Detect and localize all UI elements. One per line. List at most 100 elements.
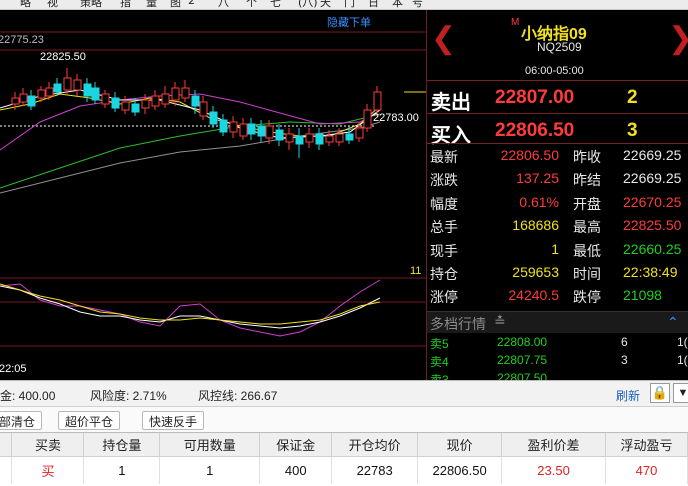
menu-item[interactable]: 2 [188,0,195,7]
symbol-market-badge: M [511,17,520,28]
ma-line-short [0,89,381,139]
dropdown-icon[interactable]: ▼ [673,383,688,403]
menu-item[interactable]: 指 [120,0,131,9]
menu-item[interactable]: 七 [270,0,281,9]
candle-body [363,109,372,129]
menu-item[interactable]: 视 [47,0,58,9]
margin-text: 金: 400.00 [0,389,56,403]
candle-body [229,121,238,133]
price-chart[interactable]: 22775.23 22825.50 隐藏下单 22783.00 11 22:05 [0,10,426,380]
menu-item[interactable]: 八 [218,0,229,9]
candle-body [111,97,120,109]
position-row[interactable]: 买 1 1 400 22783 22806.50 23.50 470 [0,456,688,484]
time-axis-label: 22:05 [0,363,27,375]
stat-label: 昨收 [573,149,601,165]
ma-line-long [0,121,381,194]
next-contract-arrow-icon[interactable]: ❯ [668,24,688,54]
candle-body [131,103,140,113]
candle-body [199,101,208,117]
candle-body [37,89,46,99]
menu-item[interactable]: 本 [392,0,403,9]
stat-value: 22825.50 [623,217,682,234]
depth-label: 卖5 [430,337,449,351]
candle-body [305,133,314,143]
column-header: 保证金 [259,433,333,457]
menu-item[interactable]: 略 [20,0,31,9]
stat-value: 1 [551,240,559,257]
candle-body [295,135,304,145]
candle-body [285,133,294,143]
candle-body [335,133,344,143]
lock-icon[interactable]: 🔒 [650,383,670,403]
row-marker [0,456,13,484]
ask-price[interactable]: 22807.00 [495,87,574,109]
depth-price: 22807.75 [497,353,548,367]
depth-price: 22808.00 [497,335,548,349]
bid-volume: 3 [627,120,638,141]
stat-value: 22669.25 [623,147,682,163]
column-header: 浮动盈亏 [605,433,688,457]
cell-qty: 1 [83,456,161,484]
quote-panel: ❮ ❯ M 小纳指09 NQ2509 06:00-05:00 卖出 22807.… [426,10,688,380]
stat-label: 涨停 [430,289,458,306]
stat-label: 最高 [573,219,601,236]
candle-body [27,95,36,107]
column-header: 买卖 [11,433,85,457]
menu-item[interactable]: (八) [298,0,318,9]
close-all-button[interactable]: 部清仓 [0,411,43,430]
stat-label: 最低 [573,242,601,259]
stat-label: 持仓 [430,266,458,282]
osc-line-3 [0,283,381,325]
menu-item[interactable]: 量 [146,0,157,9]
menu-item[interactable]: 个 [246,0,257,9]
top-menu-strip: 略 视 策略 指 量 图 2 八 个 七 (八) 天 门 日 本号 [0,0,688,10]
stat-label: 昨结 [573,172,601,189]
column-header [0,433,13,457]
trading-session: 06:00-05:00 [525,65,584,77]
refresh-link[interactable]: 刷新 [616,387,640,404]
risk-ratio-text: 风险度: 2.71% [90,389,167,403]
cell-pnl: 470 [605,456,688,484]
stat-value: 137.25 [516,170,559,187]
candle-body [101,93,110,105]
candle-body [151,95,160,107]
quick-reverse-button[interactable]: 快速反手 [142,411,205,430]
depth-label: 卖4 [430,355,449,369]
price-high-label: 22775.23 [0,34,44,46]
candle-body [257,125,266,137]
depth-vol: 6 [621,335,628,349]
expand-depth-icon[interactable]: ≛ [494,313,506,330]
candle-body [325,135,334,143]
collapse-depth-icon[interactable]: ⌃ [667,314,679,331]
column-header: 开仓均价 [331,433,419,457]
bid-price[interactable]: 22806.50 [495,120,574,142]
cell-now: 22806.50 [417,456,503,484]
account-status-bar: 金: 400.00 风险度: 2.71% 风控线: 266.67 刷新 🔒 ▼ [0,380,688,406]
depth-label: 卖3 [430,373,449,380]
stat-label: 开盘 [573,195,601,212]
column-header: 持仓量 [83,433,161,457]
candle-body [355,127,364,139]
hide-orders-link[interactable]: 隐藏下单 [327,14,371,30]
menu-item[interactable]: 策略 [80,0,102,9]
prev-contract-arrow-icon[interactable]: ❮ [431,24,456,54]
high-mark-label: 22825.50 [40,51,86,63]
candle-body [19,93,28,103]
ask-label: 卖出 [431,92,471,114]
menu-item[interactable]: 日 [368,0,379,9]
over-price-close-button[interactable]: 超价平仓 [58,411,121,430]
menu-item[interactable]: 号 [412,0,423,9]
stat-label: 幅度 [430,195,458,212]
menu-item[interactable]: 门 [344,0,355,9]
depth-vol: 3 [621,353,628,367]
stat-value: 22670.25 [623,193,682,210]
menu-item[interactable]: 天 [320,0,331,9]
candle-body [141,99,150,109]
candle-body [73,79,82,91]
candle-body [275,129,284,141]
risk-line-text: 风控线: 266.67 [198,389,278,403]
candle-body [91,87,100,101]
menu-item[interactable]: 图 [170,0,181,9]
candle-body [181,87,190,99]
stat-value: 22660.25 [623,240,682,257]
